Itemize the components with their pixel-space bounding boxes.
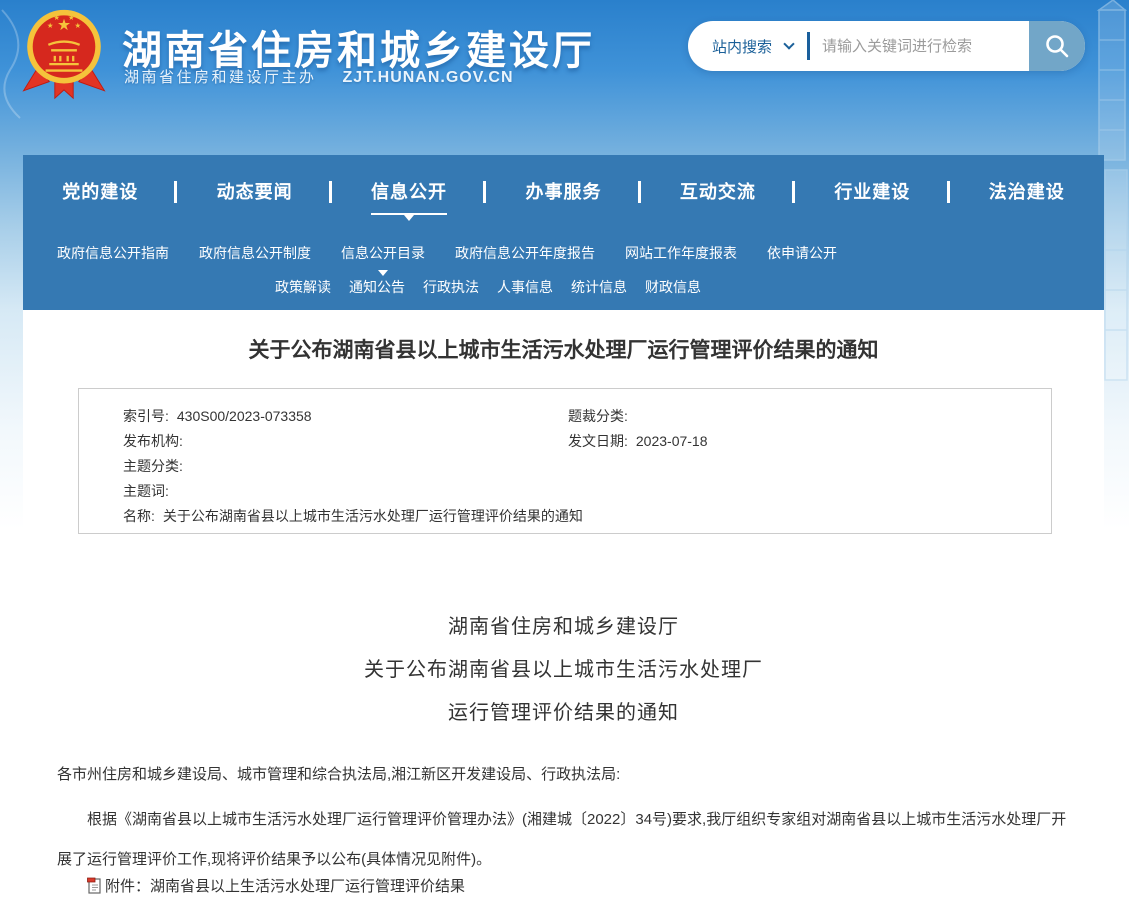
svg-text:★: ★	[47, 21, 54, 30]
main-nav-row: 党的建设 动态要闻 信息公开 办事服务 互动交流 行业建设 法治建设	[23, 155, 1104, 227]
nav-item-services[interactable]: 办事服务	[486, 178, 640, 227]
page: ★ ★ ★ ★ ★ 湖南省住房和城乡建设厅 湖南省住房和建设厅主办 ZJT.HU…	[0, 0, 1129, 920]
meta-keywords: 主题词:	[123, 481, 568, 506]
doc-title-line-2: 关于公布湖南省县以上城市生活污水处理厂	[23, 649, 1104, 692]
meta-issue-date: 发文日期:2023-07-18	[568, 431, 1031, 456]
submenu-item-finance[interactable]: 财政信息	[645, 277, 701, 297]
meta-index-number: 索引号:430S00/2023-073358	[123, 406, 568, 431]
main-paragraph: 根据《湖南省县以上城市生活污水处理厂运行管理评价管理办法》(湘建城〔2022〕3…	[57, 800, 1067, 880]
nav-item-party-building[interactable]: 党的建设	[23, 178, 177, 227]
national-emblem-logo[interactable]: ★ ★ ★ ★ ★	[18, 6, 110, 102]
attachment-file-icon	[87, 877, 102, 895]
nav-item-information-disclosure[interactable]: 信息公开	[332, 178, 486, 227]
meta-document-name: 名称:关于公布湖南省县以上城市生活污水处理厂运行管理评价结果的通知	[123, 506, 1031, 531]
submenu-item-policy-interpretation[interactable]: 政策解读	[275, 277, 331, 297]
nav-item-rule-of-law[interactable]: 法治建设	[950, 178, 1104, 227]
meta-topic-category: 主题分类:	[123, 456, 568, 481]
submenu-item-notices[interactable]: 通知公告	[349, 277, 405, 297]
submenu-row-1: 政府信息公开指南 政府信息公开制度 信息公开目录 政府信息公开年度报告 网站工作…	[23, 243, 1104, 263]
site-sponsor-text: 湖南省住房和建设厅主办	[124, 66, 317, 87]
site-url: ZJT.HUNAN.GOV.CN	[343, 69, 514, 87]
search-bar: 站内搜索	[688, 21, 1085, 71]
submenu-item-on-request[interactable]: 依申请公开	[767, 243, 837, 263]
attachment-label: 附件：	[105, 875, 150, 896]
site-subtitle-row: 湖南省住房和建设厅主办 ZJT.HUNAN.GOV.CN	[124, 66, 514, 87]
main-navigation: 党的建设 动态要闻 信息公开 办事服务 互动交流 行业建设 法治建设 政府信息公…	[23, 155, 1104, 310]
doc-title-line-3: 运行管理评价结果的通知	[23, 692, 1104, 735]
submenu-item-disclosure-guide[interactable]: 政府信息公开指南	[57, 243, 169, 263]
submenu-item-enforcement[interactable]: 行政执法	[423, 277, 479, 297]
search-input[interactable]	[822, 24, 1029, 68]
nav-item-interaction[interactable]: 互动交流	[641, 178, 795, 227]
submenu-row-2: 政策解读 通知公告 行政执法 人事信息 统计信息 财政信息	[23, 277, 1104, 297]
submenu-item-website-report[interactable]: 网站工作年度报表	[625, 243, 737, 263]
svg-text:★: ★	[74, 21, 81, 30]
search-button[interactable]	[1029, 21, 1085, 71]
document-heading: 湖南省住房和城乡建设厅 关于公布湖南省县以上城市生活污水处理厂 运行管理评价结果…	[23, 606, 1104, 735]
meta-genre-category: 题裁分类:	[568, 406, 1031, 431]
attachment-link[interactable]: 湖南省县以上生活污水处理厂运行管理评价结果	[150, 875, 465, 896]
salutation-paragraph: 各市州住房和城乡建设局、城市管理和综合执法局,湘江新区开发建设局、行政执法局:	[57, 762, 1067, 788]
submenu-item-disclosure-system[interactable]: 政府信息公开制度	[199, 243, 311, 263]
search-scope-dropdown[interactable]: 站内搜索	[688, 36, 793, 57]
search-divider	[807, 32, 810, 60]
document-body: 各市州住房和城乡建设局、城市管理和综合执法局,湘江新区开发建设局、行政执法局: …	[57, 762, 1067, 880]
meta-issuing-agency: 发布机构:	[123, 431, 568, 456]
search-scope-label: 站内搜索	[712, 36, 772, 57]
search-icon	[1043, 32, 1071, 60]
site-header: ★ ★ ★ ★ ★ 湖南省住房和城乡建设厅 湖南省住房和建设厅主办 ZJT.HU…	[0, 0, 1129, 152]
doc-title-line-1: 湖南省住房和城乡建设厅	[23, 606, 1104, 649]
nav-item-industry[interactable]: 行业建设	[795, 178, 949, 227]
submenu-item-disclosure-catalog[interactable]: 信息公开目录	[341, 243, 425, 263]
submenu-item-annual-report[interactable]: 政府信息公开年度报告	[455, 243, 595, 263]
attachment-row: 附件： 湖南省县以上生活污水处理厂运行管理评价结果	[87, 875, 465, 896]
nav-item-news[interactable]: 动态要闻	[177, 178, 331, 227]
submenu-item-personnel[interactable]: 人事信息	[497, 277, 553, 297]
chevron-down-icon	[783, 38, 794, 49]
svg-text:★: ★	[53, 13, 60, 22]
submenu-item-statistics[interactable]: 统计信息	[571, 277, 627, 297]
page-title: 关于公布湖南省县以上城市生活污水处理厂运行管理评价结果的通知	[23, 334, 1104, 364]
document-meta-box: 索引号:430S00/2023-073358 题裁分类: 发布机构: 发文日期:…	[78, 388, 1052, 534]
content-area: 关于公布湖南省县以上城市生活污水处理厂运行管理评价结果的通知 索引号:430S0…	[23, 310, 1104, 920]
